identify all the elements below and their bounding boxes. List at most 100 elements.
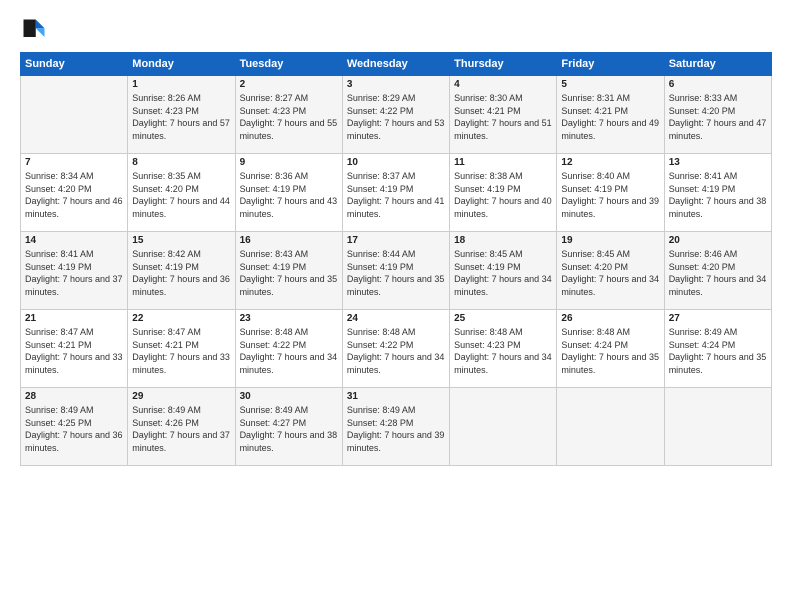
cell-content: Sunrise: 8:49 AMSunset: 4:26 PMDaylight:…	[132, 404, 230, 454]
calendar-cell: 29 Sunrise: 8:49 AMSunset: 4:26 PMDayligh…	[128, 388, 235, 466]
calendar-cell: 21 Sunrise: 8:47 AMSunset: 4:21 PMDayligh…	[21, 310, 128, 388]
day-number: 2	[240, 79, 338, 90]
cell-content: Sunrise: 8:43 AMSunset: 4:19 PMDaylight:…	[240, 248, 338, 298]
day-number: 7	[25, 157, 123, 168]
header-day: Thursday	[450, 53, 557, 76]
cell-content: Sunrise: 8:30 AMSunset: 4:21 PMDaylight:…	[454, 92, 552, 142]
cell-content: Sunrise: 8:31 AMSunset: 4:21 PMDaylight:…	[561, 92, 659, 142]
day-number: 5	[561, 79, 659, 90]
day-number: 22	[132, 313, 230, 324]
cell-content: Sunrise: 8:47 AMSunset: 4:21 PMDaylight:…	[132, 326, 230, 376]
header-day: Saturday	[664, 53, 771, 76]
calendar-cell: 17Sunrise: 8:44 AMSunset: 4:19 PMDayligh…	[342, 232, 449, 310]
calendar-week-row: 7 Sunrise: 8:34 AMSunset: 4:20 PMDaylight…	[21, 154, 772, 232]
day-number: 20	[669, 235, 767, 246]
cell-content: Sunrise: 8:49 AMSunset: 4:28 PMDaylight:…	[347, 404, 445, 454]
calendar-week-row: 1 Sunrise: 8:26 AMSunset: 4:23 PMDaylight…	[21, 76, 772, 154]
day-number: 28	[25, 391, 123, 402]
calendar-cell: 15 Sunrise: 8:42 AMSunset: 4:19 PMDayligh…	[128, 232, 235, 310]
calendar-cell: 28Sunrise: 8:49 AMSunset: 4:25 PMDayligh…	[21, 388, 128, 466]
header-day: Monday	[128, 53, 235, 76]
cell-content: Sunrise: 8:42 AMSunset: 4:19 PMDaylight:…	[132, 248, 230, 298]
calendar-cell	[450, 388, 557, 466]
calendar-cell: 20 Sunrise: 8:46 AMSunset: 4:20 PMDayligh…	[664, 232, 771, 310]
day-number: 3	[347, 79, 445, 90]
calendar-cell	[664, 388, 771, 466]
day-number: 26	[561, 313, 659, 324]
calendar-cell: 22 Sunrise: 8:47 AMSunset: 4:21 PMDayligh…	[128, 310, 235, 388]
calendar-cell: 3 Sunrise: 8:29 AMSunset: 4:22 PMDaylight…	[342, 76, 449, 154]
cell-content: Sunrise: 8:48 AMSunset: 4:24 PMDaylight:…	[561, 326, 659, 376]
calendar-cell: 8Sunrise: 8:35 AMSunset: 4:20 PMDaylight…	[128, 154, 235, 232]
cell-content: Sunrise: 8:46 AMSunset: 4:20 PMDaylight:…	[669, 248, 767, 298]
day-number: 9	[240, 157, 338, 168]
cell-content: Sunrise: 8:36 AMSunset: 4:19 PMDaylight:…	[240, 170, 338, 220]
cell-content: Sunrise: 8:48 AMSunset: 4:22 PMDaylight:…	[347, 326, 445, 376]
cell-content: Sunrise: 8:38 AMSunset: 4:19 PMDaylight:…	[454, 170, 552, 220]
day-number: 21	[25, 313, 123, 324]
calendar-cell: 14 Sunrise: 8:41 AMSunset: 4:19 PMDayligh…	[21, 232, 128, 310]
cell-content: Sunrise: 8:41 AMSunset: 4:19 PMDaylight:…	[669, 170, 767, 220]
day-number: 13	[669, 157, 767, 168]
cell-content: Sunrise: 8:40 AMSunset: 4:19 PMDaylight:…	[561, 170, 659, 220]
day-number: 19	[561, 235, 659, 246]
cell-content: Sunrise: 8:37 AMSunset: 4:19 PMDaylight:…	[347, 170, 445, 220]
cell-content: Sunrise: 8:41 AMSunset: 4:19 PMDaylight:…	[25, 248, 123, 298]
header-day: Tuesday	[235, 53, 342, 76]
calendar-cell: 13 Sunrise: 8:41 AMSunset: 4:19 PMDayligh…	[664, 154, 771, 232]
calendar-cell: 2 Sunrise: 8:27 AMSunset: 4:23 PMDaylight…	[235, 76, 342, 154]
cell-content: Sunrise: 8:48 AMSunset: 4:22 PMDaylight:…	[240, 326, 338, 376]
calendar-cell: 9 Sunrise: 8:36 AMSunset: 4:19 PMDaylight…	[235, 154, 342, 232]
day-number: 15	[132, 235, 230, 246]
day-number: 11	[454, 157, 552, 168]
cell-content: Sunrise: 8:35 AMSunset: 4:20 PMDaylight:…	[132, 170, 230, 220]
calendar-cell: 19 Sunrise: 8:45 AMSunset: 4:20 PMDayligh…	[557, 232, 664, 310]
day-number: 6	[669, 79, 767, 90]
calendar-cell: 4 Sunrise: 8:30 AMSunset: 4:21 PMDaylight…	[450, 76, 557, 154]
header-day: Friday	[557, 53, 664, 76]
calendar-cell: 18Sunrise: 8:45 AMSunset: 4:19 PMDayligh…	[450, 232, 557, 310]
calendar-cell: 26 Sunrise: 8:48 AMSunset: 4:24 PMDayligh…	[557, 310, 664, 388]
day-number: 4	[454, 79, 552, 90]
day-number: 29	[132, 391, 230, 402]
cell-content: Sunrise: 8:27 AMSunset: 4:23 PMDaylight:…	[240, 92, 338, 142]
header	[20, 16, 772, 44]
calendar-cell: 12 Sunrise: 8:40 AMSunset: 4:19 PMDayligh…	[557, 154, 664, 232]
header-row: SundayMondayTuesdayWednesdayThursdayFrid…	[21, 53, 772, 76]
calendar-cell: 31Sunrise: 8:49 AMSunset: 4:28 PMDayligh…	[342, 388, 449, 466]
day-number: 12	[561, 157, 659, 168]
calendar-cell: 6 Sunrise: 8:33 AMSunset: 4:20 PMDaylight…	[664, 76, 771, 154]
header-day: Sunday	[21, 53, 128, 76]
calendar-table: SundayMondayTuesdayWednesdayThursdayFrid…	[20, 52, 772, 466]
calendar-cell: 7 Sunrise: 8:34 AMSunset: 4:20 PMDaylight…	[21, 154, 128, 232]
calendar-cell: 16Sunrise: 8:43 AMSunset: 4:19 PMDayligh…	[235, 232, 342, 310]
calendar-cell: 25Sunrise: 8:48 AMSunset: 4:23 PMDayligh…	[450, 310, 557, 388]
logo	[20, 16, 52, 44]
calendar-week-row: 21 Sunrise: 8:47 AMSunset: 4:21 PMDayligh…	[21, 310, 772, 388]
cell-content: Sunrise: 8:47 AMSunset: 4:21 PMDaylight:…	[25, 326, 123, 376]
cell-content: Sunrise: 8:45 AMSunset: 4:20 PMDaylight:…	[561, 248, 659, 298]
cell-content: Sunrise: 8:48 AMSunset: 4:23 PMDaylight:…	[454, 326, 552, 376]
day-number: 14	[25, 235, 123, 246]
calendar-cell: 5 Sunrise: 8:31 AMSunset: 4:21 PMDaylight…	[557, 76, 664, 154]
calendar-cell	[557, 388, 664, 466]
cell-content: Sunrise: 8:33 AMSunset: 4:20 PMDaylight:…	[669, 92, 767, 142]
cell-content: Sunrise: 8:45 AMSunset: 4:19 PMDaylight:…	[454, 248, 552, 298]
cell-content: Sunrise: 8:34 AMSunset: 4:20 PMDaylight:…	[25, 170, 123, 220]
cell-content: Sunrise: 8:49 AMSunset: 4:24 PMDaylight:…	[669, 326, 767, 376]
day-number: 1	[132, 79, 230, 90]
cell-content: Sunrise: 8:44 AMSunset: 4:19 PMDaylight:…	[347, 248, 445, 298]
calendar-week-row: 14 Sunrise: 8:41 AMSunset: 4:19 PMDayligh…	[21, 232, 772, 310]
calendar-week-row: 28Sunrise: 8:49 AMSunset: 4:25 PMDayligh…	[21, 388, 772, 466]
day-number: 23	[240, 313, 338, 324]
logo-icon	[20, 16, 48, 44]
calendar-cell: 27 Sunrise: 8:49 AMSunset: 4:24 PMDayligh…	[664, 310, 771, 388]
cell-content: Sunrise: 8:49 AMSunset: 4:27 PMDaylight:…	[240, 404, 338, 454]
cell-content: Sunrise: 8:26 AMSunset: 4:23 PMDaylight:…	[132, 92, 230, 142]
cell-content: Sunrise: 8:29 AMSunset: 4:22 PMDaylight:…	[347, 92, 445, 142]
calendar-cell: 23 Sunrise: 8:48 AMSunset: 4:22 PMDayligh…	[235, 310, 342, 388]
calendar-cell: 30Sunrise: 8:49 AMSunset: 4:27 PMDayligh…	[235, 388, 342, 466]
day-number: 27	[669, 313, 767, 324]
calendar-cell	[21, 76, 128, 154]
calendar-cell: 11 Sunrise: 8:38 AMSunset: 4:19 PMDayligh…	[450, 154, 557, 232]
